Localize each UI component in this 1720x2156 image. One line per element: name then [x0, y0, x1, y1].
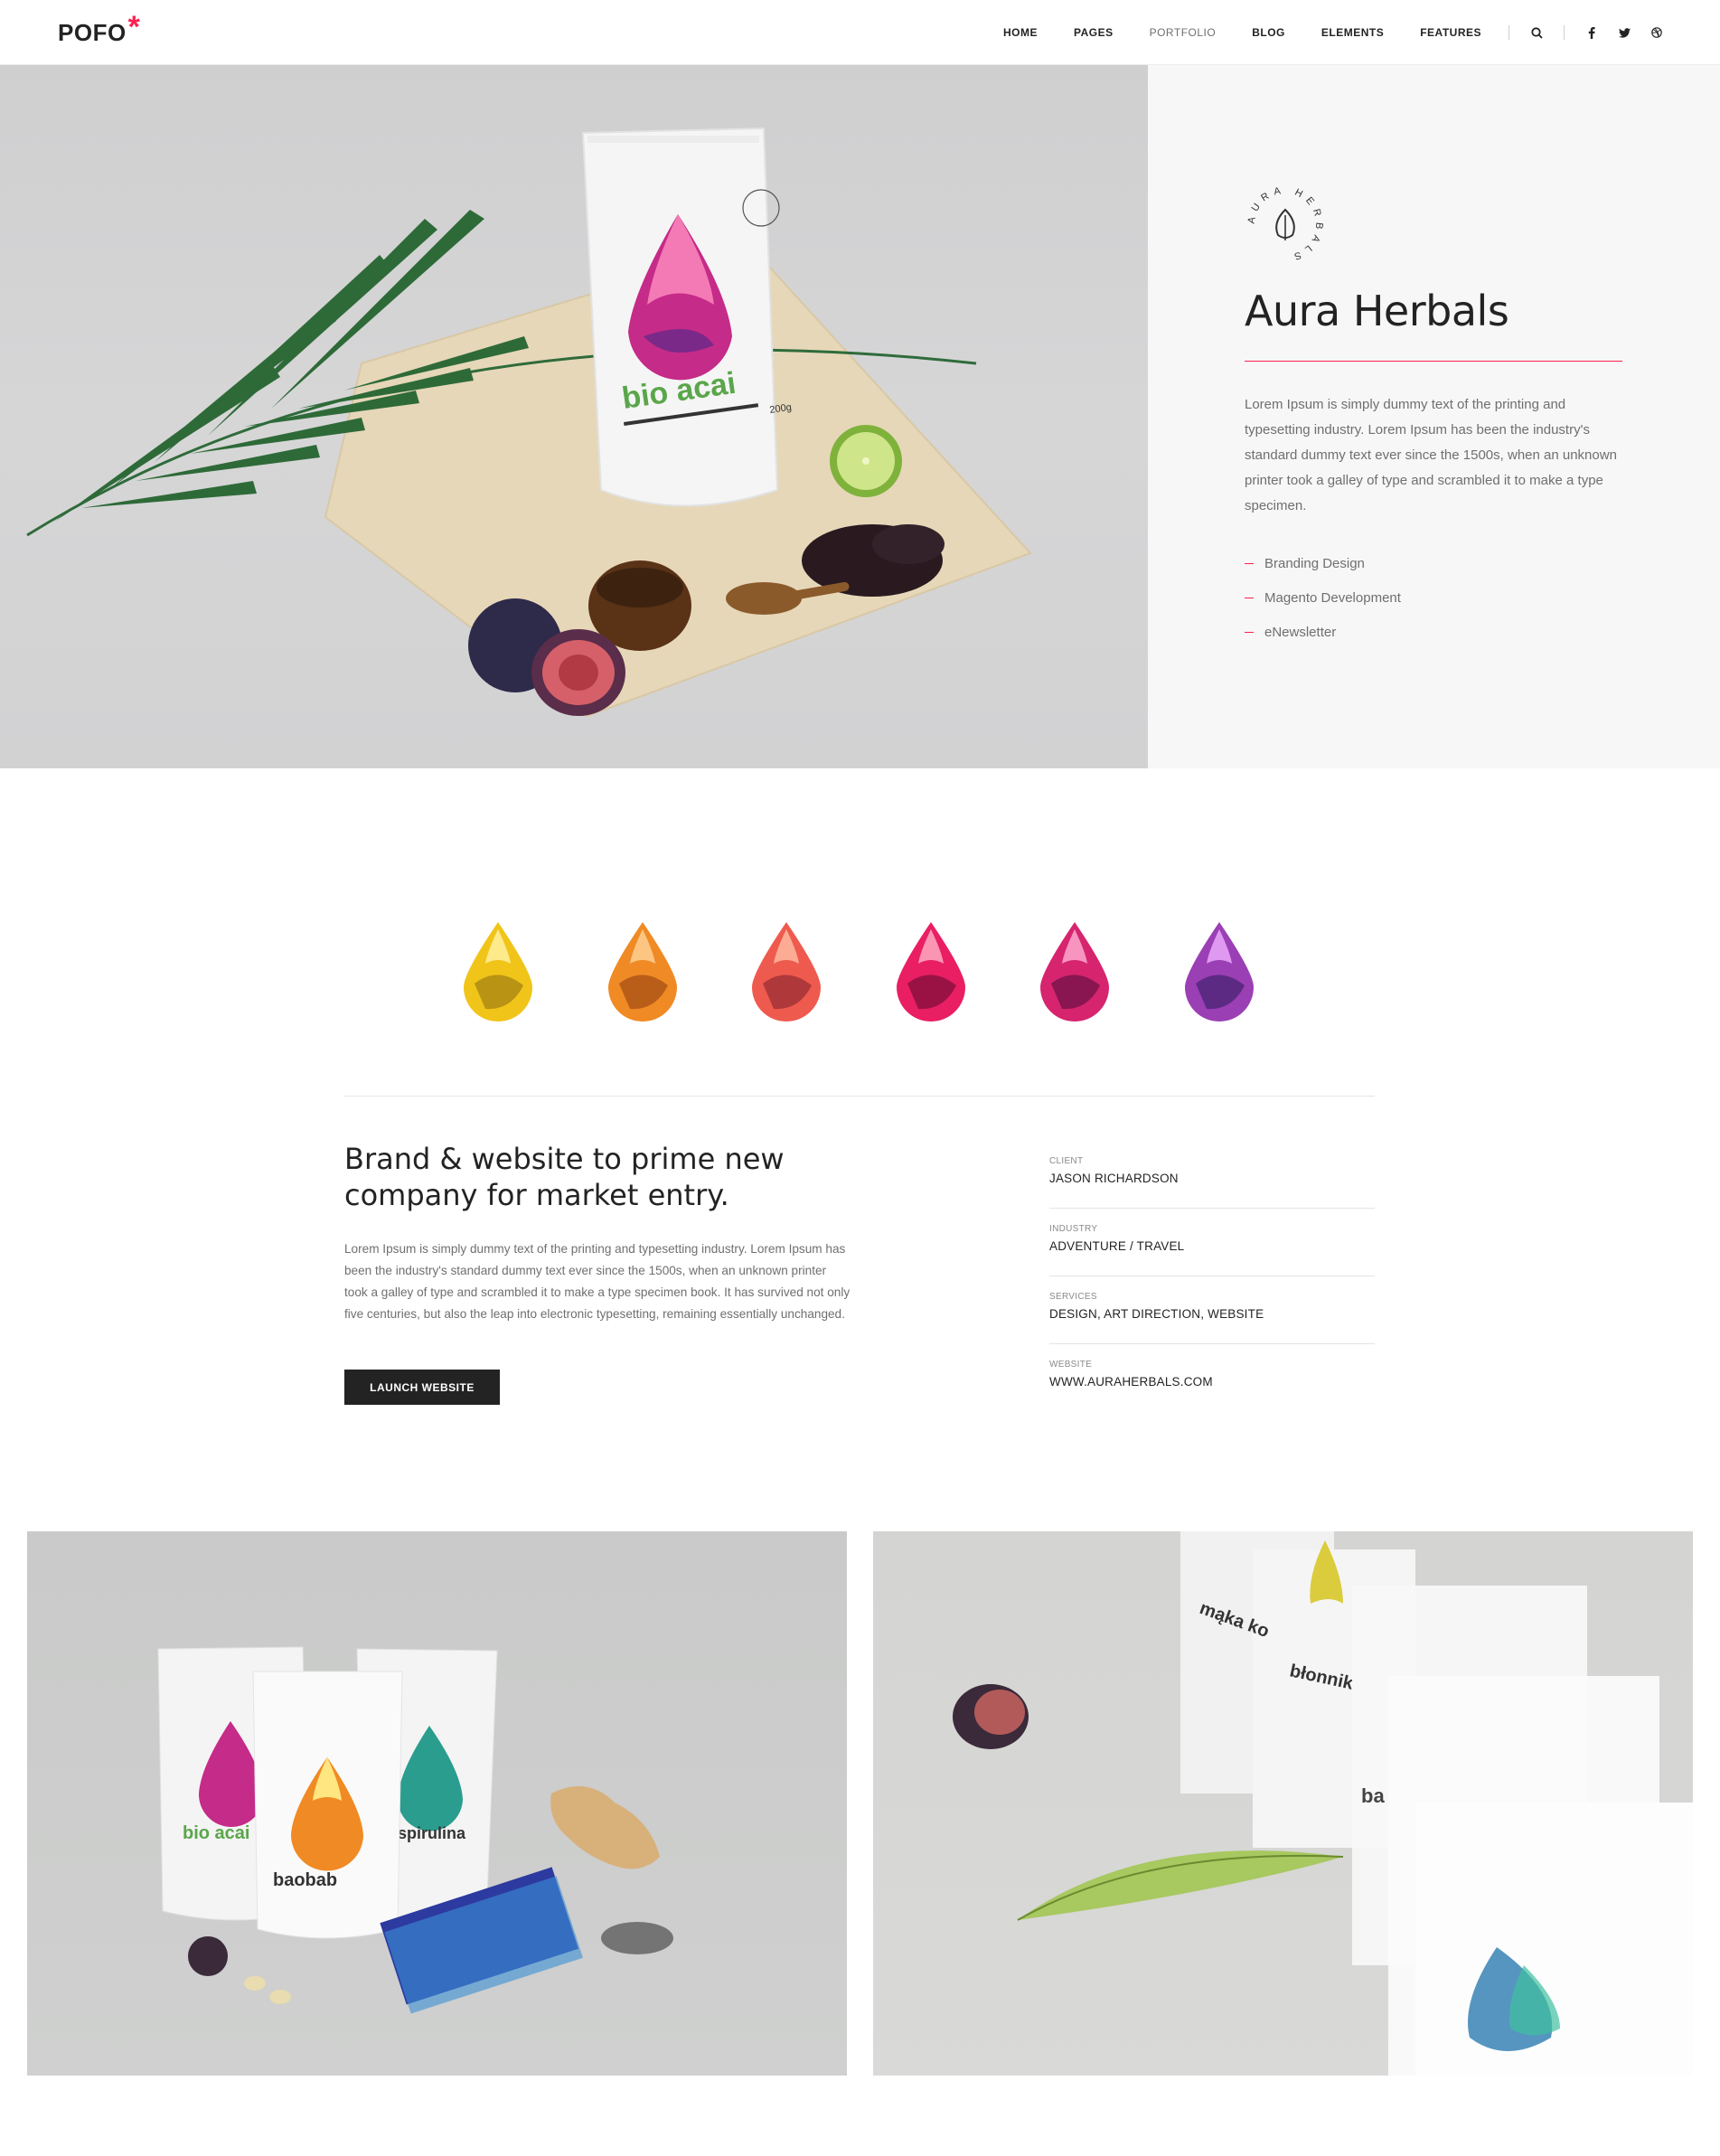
nav-features[interactable]: FEATURES	[1420, 26, 1481, 39]
package-label: bio acai	[183, 1823, 249, 1843]
meta-value: DESIGN, ART DIRECTION, WEBSITE	[1049, 1307, 1264, 1321]
nav-pages[interactable]: PAGES	[1074, 26, 1114, 39]
color-drops-row	[447, 920, 1270, 1023]
dribbble-icon[interactable]	[1650, 25, 1664, 40]
social-links	[1584, 25, 1664, 40]
gallery-image-packages[interactable]: bio acai spirulina baobab	[27, 1531, 847, 2076]
leaf-icon: AURA HERBALS	[1246, 185, 1320, 264]
drop-pink	[880, 920, 982, 1023]
twitter-icon[interactable]	[1617, 25, 1631, 40]
logo-text: POFO	[58, 18, 127, 46]
nav-divider	[1564, 25, 1565, 40]
site-header: POFO * HOME PAGES PORTFOLIO BLOG ELEMENT…	[0, 0, 1720, 65]
list-item: Magento Development	[1245, 580, 1401, 615]
project-heading: Brand & website to prime new company for…	[344, 1141, 851, 1213]
meta-value: ADVENTURE / TRAVEL	[1049, 1239, 1185, 1253]
meta-label: INDUSTRY	[1049, 1224, 1098, 1234]
drop-orange	[592, 920, 693, 1023]
services-list: Branding Design Magento Development eNew…	[1245, 546, 1401, 649]
meta-label: WEBSITE	[1049, 1360, 1093, 1370]
meta-value[interactable]: WWW.AURAHERBALS.COM	[1049, 1375, 1375, 1389]
launch-website-button[interactable]: LAUNCH WEBSITE	[344, 1370, 500, 1405]
hero-illustration: bio acai 200g	[26, 127, 1032, 718]
meta-label: CLIENT	[1049, 1156, 1084, 1166]
meta-value: JASON RICHARDSON	[1049, 1172, 1179, 1185]
drop-coral	[736, 920, 837, 1023]
hero-product-photo: bio acai 200g	[0, 65, 1148, 768]
hero-description: Lorem Ipsum is simply dummy text of the …	[1245, 397, 1617, 513]
gallery-image-detail[interactable]: mąka ko błonnik ba	[873, 1531, 1693, 2076]
nav-elements[interactable]: ELEMENTS	[1321, 26, 1384, 39]
package-label: spirulina	[398, 1824, 466, 1842]
logo-asterisk: *	[127, 10, 141, 44]
drop-yellow	[447, 920, 549, 1023]
service-label: Branding Design	[1264, 555, 1365, 571]
project-description: Lorem Ipsum is simply dummy text of the …	[344, 1242, 851, 1321]
logo[interactable]: POFO *	[58, 10, 141, 51]
list-item: eNewsletter	[1245, 615, 1401, 649]
meta-services: SERVICES DESIGN, ART DIRECTION, WEBSITE	[1049, 1276, 1375, 1344]
package-label: ba	[1361, 1784, 1385, 1807]
facebook-icon[interactable]	[1584, 25, 1599, 40]
project-name: Aura Herbals	[1245, 287, 1509, 335]
meta-website: WEBSITE WWW.AURAHERBALS.COM	[1049, 1344, 1375, 1412]
project-heading-line: Brand & website to prime new	[344, 1142, 785, 1176]
nav-home[interactable]: HOME	[1003, 26, 1038, 39]
drop-purple	[1169, 920, 1270, 1023]
main-nav: HOME PAGES PORTFOLIO BLOG ELEMENTS FEATU…	[967, 0, 1720, 65]
title-underline	[1245, 361, 1622, 362]
drop-magenta	[1024, 920, 1125, 1023]
brand-seal: AURA HERBALS	[1242, 181, 1329, 268]
project-heading-line: company for market entry.	[344, 1178, 729, 1212]
list-item: Branding Design	[1245, 546, 1401, 580]
nav-portfolio[interactable]: PORTFOLIO	[1150, 26, 1217, 39]
service-label: eNewsletter	[1264, 624, 1337, 640]
meta-label: SERVICES	[1049, 1292, 1097, 1302]
section-divider	[344, 1096, 1375, 1097]
project-meta: CLIENT JASON RICHARDSON INDUSTRY ADVENTU…	[1049, 1141, 1375, 1412]
search-icon[interactable]	[1529, 25, 1544, 40]
meta-industry: INDUSTRY ADVENTURE / TRAVEL	[1049, 1209, 1375, 1276]
nav-blog[interactable]: BLOG	[1252, 26, 1285, 39]
package-label: baobab	[273, 1870, 337, 1890]
hero-info-panel: AURA HERBALS Aura Herbals Lorem Ipsum is…	[1148, 65, 1720, 768]
meta-client: CLIENT JASON RICHARDSON	[1049, 1141, 1375, 1209]
service-label: Magento Development	[1264, 589, 1401, 606]
